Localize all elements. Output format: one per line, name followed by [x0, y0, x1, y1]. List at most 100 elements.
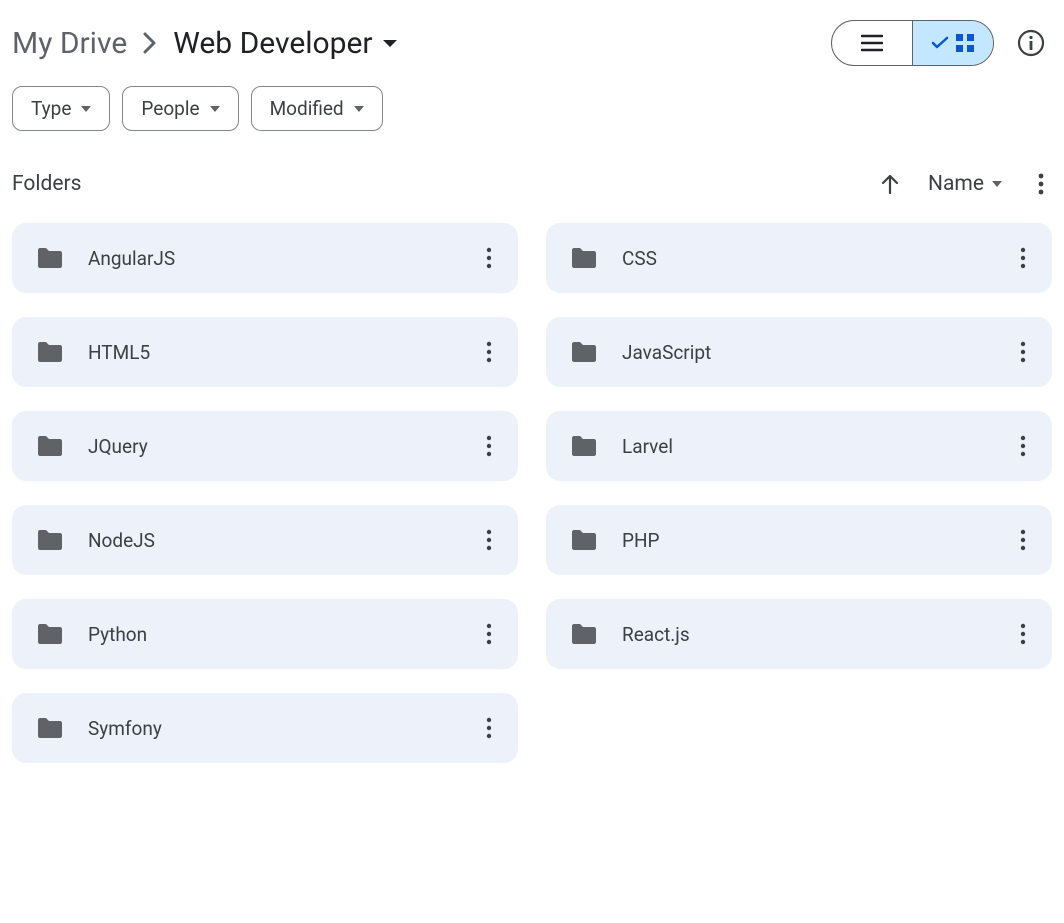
folder-left: CSS	[570, 246, 657, 270]
check-icon	[931, 36, 949, 50]
header-actions	[831, 20, 1052, 66]
folder-card[interactable]: PHP	[546, 505, 1052, 575]
more-vertical-icon	[1020, 623, 1026, 645]
more-vertical-icon	[1020, 247, 1026, 269]
filter-bar: Type People Modified	[12, 86, 1052, 155]
filter-label: People	[141, 97, 199, 120]
filter-label: Type	[31, 97, 71, 120]
folders-grid: AngularJS CSS HTML5 JavaScript JQuery Larvel N…	[12, 223, 1052, 763]
folder-icon-wrap	[570, 528, 598, 552]
folder-icon	[570, 622, 598, 646]
folder-card[interactable]: JavaScript	[546, 317, 1052, 387]
folder-card[interactable]: Symfony	[12, 693, 518, 763]
folder-more-button[interactable]	[1010, 525, 1036, 555]
folder-more-button[interactable]	[476, 243, 502, 273]
folder-icon-wrap	[570, 340, 598, 364]
list-icon	[861, 34, 883, 52]
folder-icon-wrap	[570, 246, 598, 270]
folder-more-button[interactable]	[1010, 431, 1036, 461]
folder-card[interactable]: HTML5	[12, 317, 518, 387]
folder-icon	[36, 528, 64, 552]
folder-name: PHP	[622, 529, 660, 552]
folder-more-button[interactable]	[476, 337, 502, 367]
folder-left: PHP	[570, 528, 660, 552]
folder-card[interactable]: JQuery	[12, 411, 518, 481]
sort-direction-button[interactable]	[880, 173, 900, 195]
folder-icon	[570, 434, 598, 458]
more-vertical-icon	[486, 435, 492, 457]
grid-icon	[955, 33, 975, 53]
folder-card[interactable]: NodeJS	[12, 505, 518, 575]
folder-left: AngularJS	[36, 246, 175, 270]
folder-icon-wrap	[36, 340, 64, 364]
folder-more-button[interactable]	[476, 431, 502, 461]
folder-left: Larvel	[570, 434, 673, 458]
filter-people[interactable]: People	[122, 86, 238, 131]
folder-left: JavaScript	[570, 340, 711, 364]
folder-more-button[interactable]	[1010, 619, 1036, 649]
folder-name: AngularJS	[88, 247, 175, 270]
folder-icon-wrap	[36, 716, 64, 740]
more-vertical-icon	[486, 623, 492, 645]
more-vertical-icon	[486, 529, 492, 551]
folder-more-button[interactable]	[1010, 243, 1036, 273]
more-vertical-icon	[486, 341, 492, 363]
more-vertical-icon	[486, 717, 492, 739]
folder-left: Symfony	[36, 716, 162, 740]
folder-name: JavaScript	[622, 341, 711, 364]
page-header: My Drive Web Developer	[12, 12, 1052, 86]
folder-name: NodeJS	[88, 529, 155, 552]
more-vertical-icon	[1020, 435, 1026, 457]
folder-icon	[36, 434, 64, 458]
folder-icon	[570, 528, 598, 552]
folder-more-button[interactable]	[1010, 337, 1036, 367]
breadcrumb-current[interactable]: Web Developer	[173, 26, 396, 61]
filter-modified[interactable]: Modified	[251, 86, 383, 131]
breadcrumb: My Drive Web Developer	[12, 26, 397, 61]
folder-name: Larvel	[622, 435, 673, 458]
section-title: Folders	[12, 172, 81, 196]
folder-left: Python	[36, 622, 147, 646]
more-vertical-icon	[1020, 529, 1026, 551]
folder-card[interactable]: Python	[12, 599, 518, 669]
sort-field-button[interactable]: Name	[928, 172, 1002, 196]
caret-down-icon	[354, 106, 364, 112]
folder-icon-wrap	[36, 528, 64, 552]
view-toggle	[831, 20, 994, 66]
folder-left: React.js	[570, 622, 690, 646]
caret-down-icon	[992, 181, 1002, 187]
filter-label: Modified	[270, 97, 344, 120]
folder-name: JQuery	[88, 435, 148, 458]
folder-icon-wrap	[36, 622, 64, 646]
chevron-right-icon	[143, 32, 157, 54]
grid-view-button[interactable]	[913, 21, 993, 65]
caret-down-icon	[383, 40, 397, 47]
folder-card[interactable]: CSS	[546, 223, 1052, 293]
folder-card[interactable]: AngularJS	[12, 223, 518, 293]
section-header: Folders Name	[12, 155, 1052, 223]
folder-card[interactable]: Larvel	[546, 411, 1052, 481]
filter-type[interactable]: Type	[12, 86, 110, 131]
folder-icon	[570, 340, 598, 364]
folder-card[interactable]: React.js	[546, 599, 1052, 669]
folder-icon	[570, 246, 598, 270]
more-options-button[interactable]	[1030, 165, 1052, 203]
folder-more-button[interactable]	[476, 525, 502, 555]
info-button[interactable]	[1010, 22, 1052, 64]
folder-left: NodeJS	[36, 528, 155, 552]
list-view-button[interactable]	[832, 21, 912, 65]
breadcrumb-root[interactable]: My Drive	[12, 26, 127, 61]
more-vertical-icon	[1038, 173, 1044, 195]
folder-more-button[interactable]	[476, 619, 502, 649]
breadcrumb-current-label: Web Developer	[173, 26, 372, 61]
folder-more-button[interactable]	[476, 713, 502, 743]
folder-left: JQuery	[36, 434, 148, 458]
sort-controls: Name	[880, 165, 1052, 203]
caret-down-icon	[210, 106, 220, 112]
folder-name: React.js	[622, 623, 690, 646]
folder-icon	[36, 246, 64, 270]
folder-icon-wrap	[36, 434, 64, 458]
folder-left: HTML5	[36, 340, 150, 364]
more-vertical-icon	[1020, 341, 1026, 363]
caret-down-icon	[81, 106, 91, 112]
